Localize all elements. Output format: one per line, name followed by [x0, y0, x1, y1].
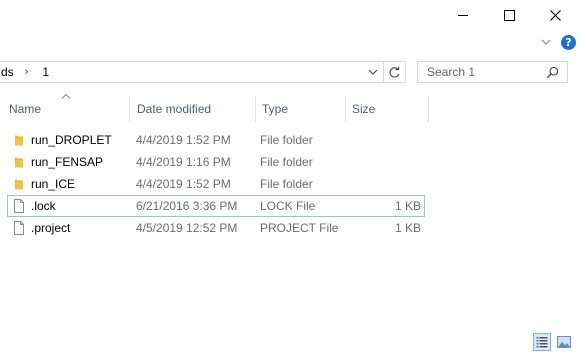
file-size — [347, 151, 421, 173]
folder-icon — [15, 157, 23, 168]
file-row[interactable]: run_DROPLET 4/4/2019 1:52 PM File folder — [7, 129, 425, 151]
search-icon[interactable] — [546, 66, 559, 79]
expand-ribbon-icon[interactable] — [540, 36, 552, 48]
file-row[interactable]: .lock 6/21/2016 3:36 PM LOCK File 1 KB — [7, 195, 425, 217]
help-button[interactable]: ? — [561, 35, 576, 50]
file-date-modified: 6/21/2016 3:36 PM — [136, 199, 238, 213]
search-box[interactable] — [417, 61, 568, 83]
file-name: run_DROPLET — [31, 133, 112, 147]
column-header-name[interactable]: Name — [0, 96, 129, 122]
minimize-button[interactable] — [440, 0, 486, 31]
file-size: 1 KB — [394, 221, 421, 235]
column-header-date-label: Date modified — [137, 102, 212, 116]
file-name: run_ICE — [31, 177, 76, 191]
file-row[interactable]: .project 4/5/2019 12:52 PM PROJECT File … — [7, 217, 425, 239]
file-row[interactable]: run_FENSAP 4/4/2019 1:16 PM File folder — [7, 151, 425, 173]
column-header-type-label: Type — [262, 102, 289, 116]
breadcrumb-parent[interactable]: ds — [1, 65, 14, 79]
details-view-icon — [536, 337, 548, 348]
file-size — [347, 173, 421, 195]
file-type: File folder — [260, 177, 313, 191]
column-header-size[interactable]: Size — [345, 96, 429, 122]
file-name: .lock — [31, 199, 56, 213]
refresh-button[interactable] — [384, 61, 406, 83]
column-header-size-label: Size — [352, 102, 376, 116]
column-header-date-modified[interactable]: Date modified — [129, 96, 255, 122]
file-type: File folder — [260, 133, 313, 147]
file-type: PROJECT File — [260, 221, 339, 235]
file-type: LOCK File — [260, 199, 316, 213]
file-size: 1 KB — [394, 199, 421, 213]
folder-icon — [15, 179, 23, 190]
file-size — [347, 129, 421, 151]
refresh-icon — [389, 66, 400, 78]
column-header-type[interactable]: Type — [255, 96, 345, 122]
column-header-name-label: Name — [9, 102, 42, 116]
close-button[interactable] — [532, 0, 578, 31]
file-icon — [14, 221, 24, 235]
folder-icon — [15, 135, 23, 146]
file-icon — [14, 199, 24, 213]
maximize-icon — [503, 10, 515, 21]
chevron-down-icon[interactable] — [367, 66, 379, 78]
file-date-modified: 4/4/2019 1:52 PM — [136, 133, 231, 147]
details-view-button[interactable] — [533, 333, 551, 351]
file-explorer-window: ? ds › 1 Name Date modified Type Size — [0, 0, 581, 357]
maximize-button[interactable] — [486, 0, 532, 31]
file-row[interactable]: run_ICE 4/4/2019 1:52 PM File folder — [7, 173, 425, 195]
breadcrumb-current[interactable]: 1 — [42, 65, 49, 79]
file-date-modified: 4/4/2019 1:52 PM — [136, 177, 231, 191]
address-bar[interactable]: ds › 1 — [0, 61, 384, 83]
file-name: .project — [31, 221, 71, 235]
minimize-icon — [458, 15, 468, 16]
help-icon: ? — [565, 36, 572, 49]
large-icons-view-icon — [557, 336, 571, 348]
close-icon — [549, 10, 561, 21]
file-name: run_FENSAP — [31, 155, 104, 169]
large-icons-view-button[interactable] — [555, 333, 573, 351]
file-date-modified: 4/4/2019 1:16 PM — [136, 155, 231, 169]
file-date-modified: 4/5/2019 12:52 PM — [136, 221, 238, 235]
breadcrumb-separator-icon[interactable]: › — [25, 66, 29, 78]
file-type: File folder — [260, 155, 313, 169]
search-input[interactable] — [427, 65, 537, 79]
